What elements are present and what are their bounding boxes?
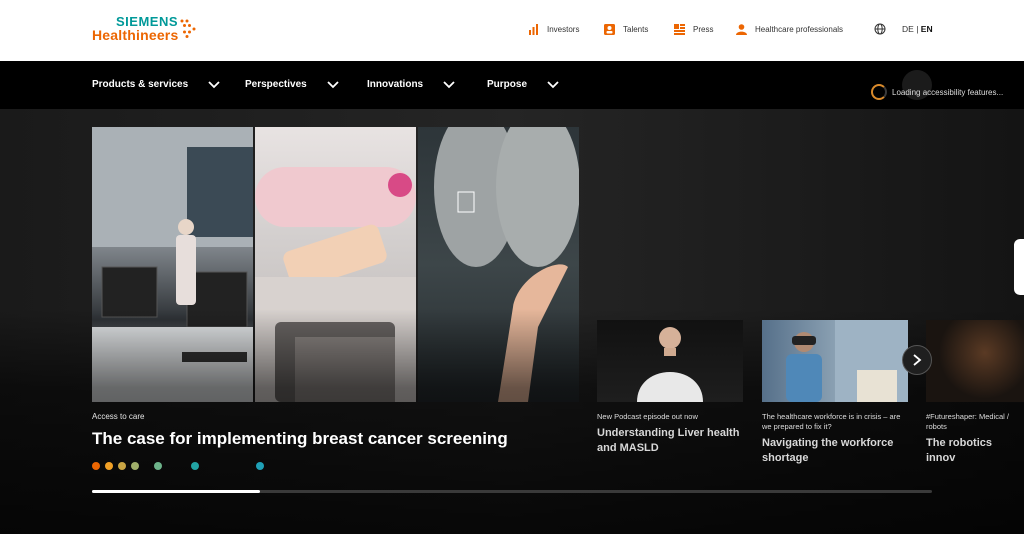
utility-link-talents[interactable]: Talents <box>604 24 648 35</box>
accent-dot <box>131 462 139 470</box>
accent-dot <box>154 462 162 470</box>
utility-link-healthcare-professionals[interactable]: Healthcare professionals <box>736 24 843 35</box>
carousel-card-robotics[interactable]: #Futureshaper: Medical / robots The robo… <box>926 320 1024 466</box>
utility-link-label: Press <box>693 25 714 34</box>
logo-healthineers-text: Healthineers <box>92 27 179 43</box>
utility-link-investors[interactable]: Investors <box>528 24 579 35</box>
chevron-down-icon <box>443 80 455 88</box>
newspaper-icon <box>674 24 685 35</box>
nav-item-label: Purpose <box>487 79 528 90</box>
utility-link-label: Investors <box>547 25 580 34</box>
logo-dots-icon <box>180 19 196 38</box>
carousel-card-podcast[interactable]: New Podcast episode out now Understandin… <box>597 320 743 456</box>
hero-title[interactable]: The case for implementing breast cancer … <box>92 429 508 449</box>
carousel-progress-fill <box>92 490 260 493</box>
accessibility-status-text: Loading accessibility features... <box>892 87 1004 97</box>
card-title: The robotics innov <box>926 437 993 464</box>
accent-dot <box>105 462 113 470</box>
accent-dot <box>191 462 199 470</box>
card-kicker: The healthcare workforce is in crisis – … <box>762 412 901 431</box>
card-title: Navigating the workforce shortage <box>762 437 894 464</box>
carousel-progress-bar <box>92 490 932 493</box>
person-badge-icon <box>604 24 615 35</box>
nav-item-perspectives[interactable]: Perspectives <box>245 79 339 90</box>
language-separator: | <box>916 24 919 34</box>
bar-chart-icon <box>529 24 538 35</box>
hero-carousel: Access to care The case for implementing… <box>0 109 1024 534</box>
utility-link-press[interactable]: Press <box>674 24 713 35</box>
vr-headset-illustration <box>786 320 908 402</box>
chevron-right-icon <box>913 354 922 366</box>
siemens-healthineers-logo[interactable]: SIEMENS Healthineers <box>92 14 202 44</box>
accent-dot <box>92 462 100 470</box>
utility-link-label: Healthcare professionals <box>755 25 844 34</box>
spinner-icon <box>871 84 887 100</box>
language-de[interactable]: DE <box>902 24 914 34</box>
nav-item-label: Innovations <box>367 79 424 90</box>
card-kicker: New Podcast episode out now <box>597 412 698 421</box>
avatar-illustration <box>637 327 703 402</box>
nav-item-purpose[interactable]: Purpose <box>487 79 559 90</box>
carousel-next-button[interactable] <box>902 345 932 375</box>
hero-kicker: Access to care <box>92 412 145 421</box>
nav-item-label: Products & services <box>92 79 189 90</box>
globe-icon <box>874 23 886 35</box>
card-thumbnail <box>762 320 908 402</box>
feedback-side-tab[interactable] <box>1014 239 1024 295</box>
nav-item-products-services[interactable]: Products & services <box>92 79 220 90</box>
nav-item-label: Perspectives <box>245 79 307 90</box>
person-icon <box>736 24 747 35</box>
card-title: Understanding Liver health and MASLD <box>597 427 740 454</box>
accent-dot <box>256 462 264 470</box>
chevron-down-icon <box>547 80 559 88</box>
language-switcher[interactable]: DE | EN <box>874 23 933 35</box>
nav-item-innovations[interactable]: Innovations <box>367 79 455 90</box>
carousel-card-workforce[interactable]: The healthcare workforce is in crisis – … <box>762 320 908 466</box>
card-kicker: #Futureshaper: Medical / robots <box>926 412 1009 431</box>
chevron-down-icon <box>327 80 339 88</box>
card-thumbnail <box>926 320 1024 402</box>
accessibility-loader: Loading accessibility features... <box>871 84 1003 100</box>
top-bar: SIEMENS Healthineers Investors Talents P… <box>0 0 1024 61</box>
language-options: DE | EN <box>902 24 933 34</box>
language-en[interactable]: EN <box>921 24 933 34</box>
card-thumbnail <box>597 320 743 402</box>
accent-dot <box>118 462 126 470</box>
chevron-down-icon <box>208 80 220 88</box>
utility-link-label: Talents <box>623 25 649 34</box>
